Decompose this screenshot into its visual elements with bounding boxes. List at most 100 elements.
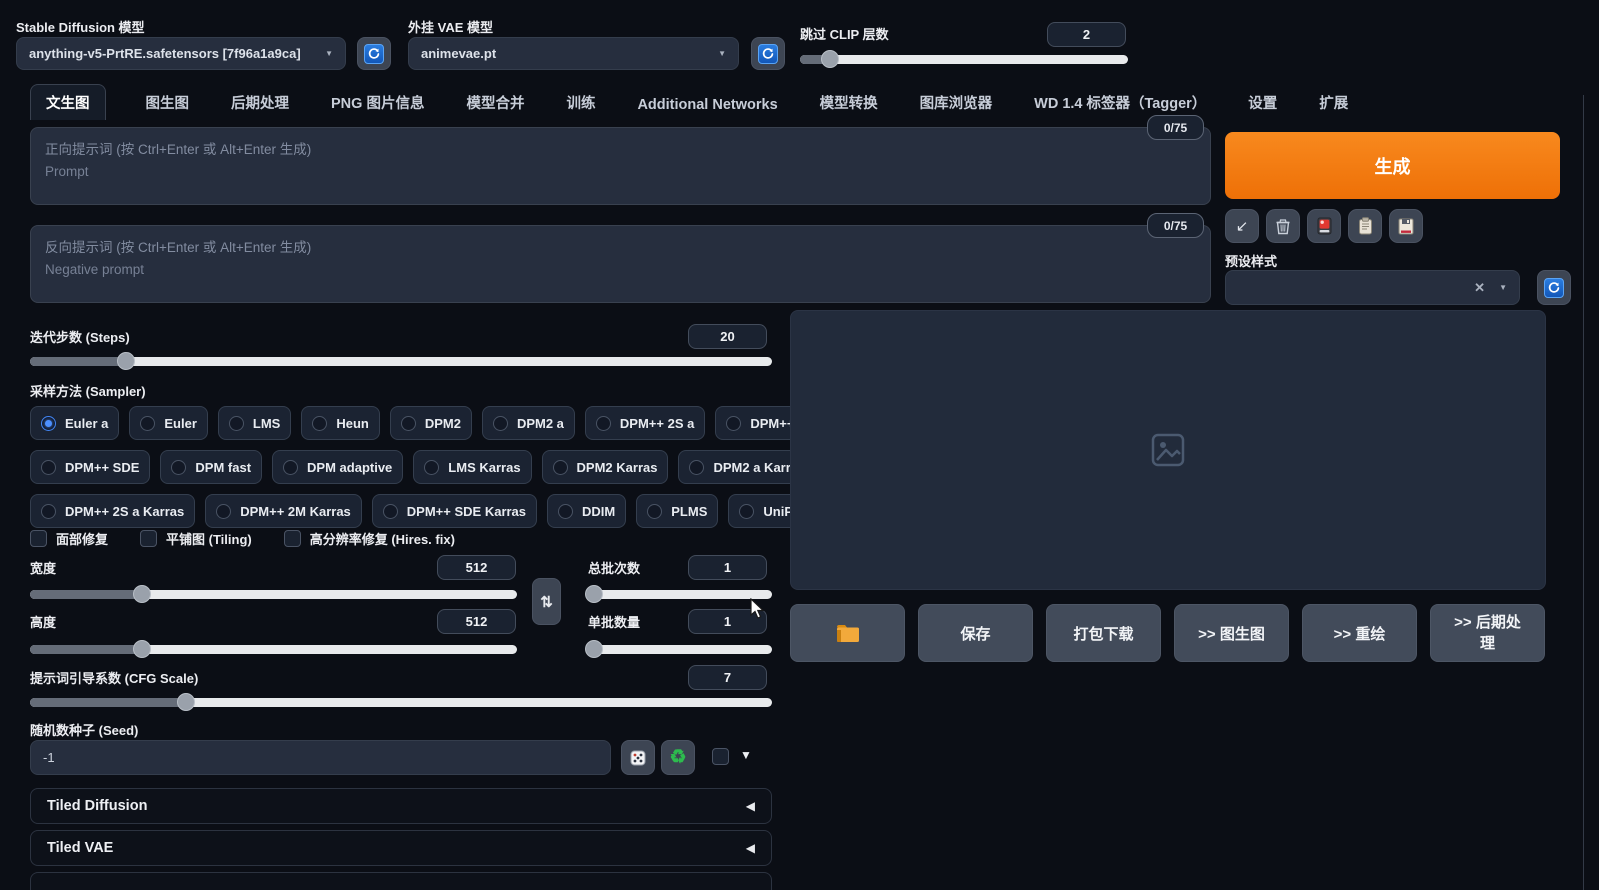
tab-extensions[interactable]: 扩展	[1317, 85, 1350, 120]
output-gallery[interactable]	[790, 310, 1546, 590]
sampler-option[interactable]: DPM++ SDE Karras	[372, 494, 537, 528]
radio-icon	[739, 504, 754, 519]
send-to-extras-button[interactable]: >> 后期处理	[1430, 604, 1545, 662]
trash-icon	[1275, 218, 1291, 235]
steps-slider[interactable]	[30, 352, 772, 370]
tiling-checkbox[interactable]: 平铺图 (Tiling)	[140, 529, 252, 548]
extra-networks-button[interactable]	[1307, 209, 1341, 243]
next-accordion-partial[interactable]	[30, 872, 772, 890]
random-seed-button[interactable]	[621, 740, 655, 775]
width-label: 宽度	[30, 558, 56, 577]
cfg-label: 提示词引导系数 (CFG Scale)	[30, 668, 198, 687]
batch-count-value[interactable]: 1	[688, 555, 767, 580]
hires-fix-checkbox[interactable]: 高分辨率修复 (Hires. fix)	[284, 529, 455, 548]
apply-style-button[interactable]	[1348, 209, 1382, 243]
sd-model-refresh-button[interactable]	[357, 37, 391, 70]
negative-prompt-input[interactable]: 反向提示词 (按 Ctrl+Enter 或 Alt+Enter 生成) Nega…	[30, 225, 1211, 303]
folder-icon	[836, 624, 860, 643]
tab-checkpoint-merger[interactable]: 模型合并	[464, 85, 526, 120]
seed-input[interactable]: -1	[30, 740, 611, 775]
chevron-down-icon: ▼	[325, 49, 333, 58]
sampler-option[interactable]: DPM++ 2M Karras	[205, 494, 362, 528]
generate-button[interactable]: 生成	[1225, 132, 1560, 199]
negative-prompt-placeholder: 反向提示词 (按 Ctrl+Enter 或 Alt+Enter 生成)	[45, 236, 1196, 256]
tab-png-info[interactable]: PNG 图片信息	[329, 85, 426, 120]
styles-refresh-button[interactable]	[1537, 270, 1571, 305]
seed-extra-checkbox[interactable]	[712, 748, 729, 765]
sampler-option[interactable]: LMS	[218, 406, 291, 440]
zip-download-button[interactable]: 打包下载	[1046, 604, 1161, 662]
batch-size-slider[interactable]	[588, 640, 772, 658]
cfg-slider[interactable]	[30, 693, 772, 711]
radio-icon	[140, 416, 155, 431]
checkbox-icon	[30, 530, 47, 547]
tiled-diffusion-accordion[interactable]: Tiled Diffusion ◀	[30, 788, 772, 824]
sampler-option[interactable]: DPM2	[390, 406, 472, 440]
radio-icon	[229, 416, 244, 431]
tiled-vae-accordion[interactable]: Tiled VAE ◀	[30, 830, 772, 866]
tab-extras[interactable]: 后期处理	[229, 85, 291, 120]
tab-txt2img[interactable]: 文生图	[30, 84, 106, 120]
steps-value[interactable]: 20	[688, 324, 767, 349]
recycle-icon: ♻	[669, 746, 686, 769]
sampler-option[interactable]: Euler a	[30, 406, 119, 440]
seed-extra-caret-icon[interactable]: ▼	[740, 748, 752, 762]
refresh-icon	[758, 44, 778, 64]
negative-token-counter: 0/75	[1147, 213, 1204, 238]
radio-selected-icon	[41, 416, 56, 431]
sampler-option[interactable]: PLMS	[636, 494, 718, 528]
vae-refresh-button[interactable]	[751, 37, 785, 70]
tab-model-convert[interactable]: 模型转换	[818, 85, 880, 120]
tab-img2img[interactable]: 图生图	[144, 85, 192, 120]
tab-settings[interactable]: 设置	[1246, 85, 1279, 120]
swap-dimensions-button[interactable]: ⇅	[532, 578, 561, 625]
floppy-icon	[1398, 218, 1414, 235]
radio-icon	[401, 416, 416, 431]
dice-icon	[629, 749, 647, 767]
sampler-option[interactable]: DPM++ 2S a	[585, 406, 705, 440]
prompt-input[interactable]: 正向提示词 (按 Ctrl+Enter 或 Alt+Enter 生成) Prom…	[30, 127, 1211, 205]
tab-image-browser[interactable]: 图库浏览器	[918, 85, 995, 120]
arrow-down-left-icon: ↙	[1236, 217, 1249, 235]
sampler-option[interactable]: Heun	[301, 406, 380, 440]
sampler-option[interactable]: DPM2 a	[482, 406, 575, 440]
vae-select[interactable]: animevae.pt ▼	[408, 37, 739, 70]
sampler-option[interactable]: Euler	[129, 406, 208, 440]
restore-faces-checkbox[interactable]: 面部修复	[30, 529, 108, 548]
send-to-img2img-button[interactable]: >> 图生图	[1174, 604, 1289, 662]
sampler-option[interactable]: DPM adaptive	[272, 450, 403, 484]
sampler-option[interactable]: DPM2 Karras	[542, 450, 669, 484]
paste-params-button[interactable]: ↙	[1225, 209, 1259, 243]
sampler-label: 采样方法 (Sampler)	[30, 381, 146, 400]
height-value[interactable]: 512	[437, 609, 516, 634]
sampler-row-2: DPM++ SDE DPM fast DPM adaptive LMS Karr…	[30, 450, 772, 484]
clear-prompt-button[interactable]	[1266, 209, 1300, 243]
sd-model-select[interactable]: anything-v5-PrtRE.safetensors [7f96a1a9c…	[16, 37, 346, 70]
save-button[interactable]: 保存	[918, 604, 1033, 662]
collapse-icon: ◀	[746, 799, 755, 813]
open-folder-button[interactable]	[790, 604, 905, 662]
sampler-option[interactable]: DPM++ SDE	[30, 450, 150, 484]
send-to-inpaint-button[interactable]: >> 重绘	[1302, 604, 1417, 662]
clip-skip-slider[interactable]	[800, 50, 1128, 68]
tab-additional-networks[interactable]: Additional Networks	[635, 90, 779, 120]
radio-icon	[283, 460, 298, 475]
cfg-value[interactable]: 7	[688, 665, 767, 690]
scrollbar[interactable]	[1583, 95, 1584, 890]
clip-skip-value[interactable]: 2	[1047, 22, 1126, 47]
reuse-seed-button[interactable]: ♻	[661, 740, 695, 775]
tab-train[interactable]: 训练	[564, 85, 597, 120]
clip-skip-label: 跳过 CLIP 层数	[800, 24, 889, 43]
save-style-button[interactable]	[1389, 209, 1423, 243]
clear-icon[interactable]: ✕	[1474, 280, 1485, 296]
width-slider[interactable]	[30, 585, 517, 603]
width-value[interactable]: 512	[437, 555, 516, 580]
batch-count-slider[interactable]	[588, 585, 772, 603]
sampler-option[interactable]: DPM fast	[160, 450, 262, 484]
image-placeholder-icon	[1150, 432, 1186, 468]
sampler-option[interactable]: LMS Karras	[413, 450, 531, 484]
sampler-option[interactable]: DPM++ 2S a Karras	[30, 494, 195, 528]
sampler-option[interactable]: DDIM	[547, 494, 626, 528]
styles-select[interactable]: ✕ ▼	[1225, 270, 1520, 305]
height-slider[interactable]	[30, 640, 517, 658]
